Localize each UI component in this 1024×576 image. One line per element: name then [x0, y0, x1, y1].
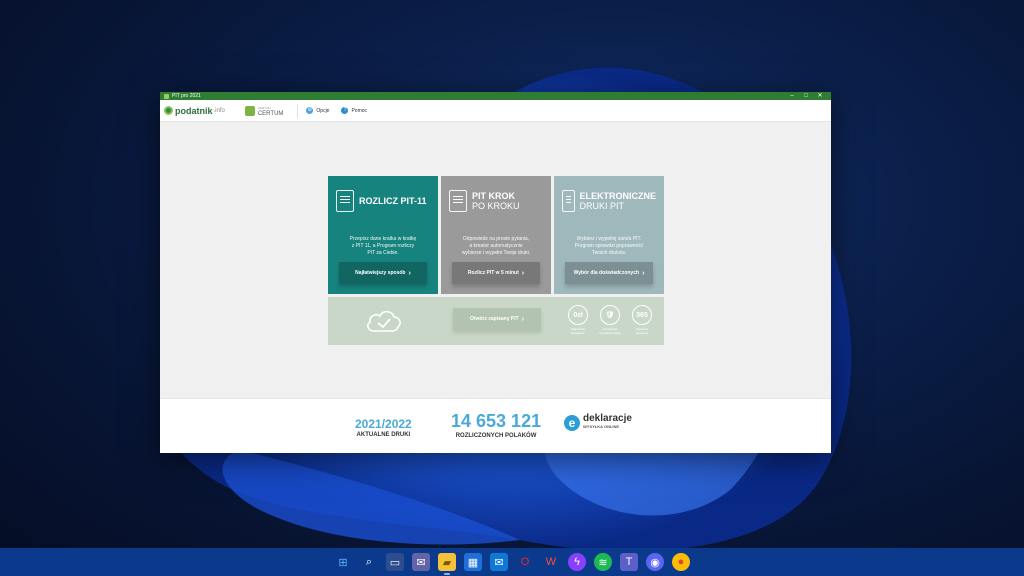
podatnik-logo[interactable]: podatnik .info	[164, 106, 225, 116]
help-icon: ?	[341, 107, 349, 114]
options-button[interactable]: ⚙ Opcje	[306, 107, 329, 114]
tile-title: ROZLICZ PIT-11	[359, 196, 427, 206]
form-pen-icon	[562, 190, 575, 212]
taskbar: ⊞ ⌕ ▭ ✉ ▰ ▦ ✉ O W ϟ ≋ T ◉ ●	[0, 548, 1024, 576]
windows-start-icon[interactable]: ⊞	[334, 553, 352, 571]
window-title: PIT pro 2021	[172, 93, 201, 99]
options-label: Opcje	[316, 107, 330, 114]
chevron-right-icon: ›	[521, 269, 525, 277]
maximize-button[interactable]: □	[799, 92, 813, 100]
tile-elektroniczne-druki[interactable]: ELEKTRONICZNE DRUKI PIT Wybierz i wypełn…	[554, 176, 664, 294]
tile-title: ELEKTRONICZNE DRUKI PIT	[579, 191, 657, 211]
help-label: Pomoc	[351, 107, 368, 114]
tile-title: PIT KROK PO KROKU	[472, 191, 520, 211]
forms-year-stat: 2021/2022 AKTUALNE DRUKI	[355, 417, 412, 438]
file-explorer-icon[interactable]: ▰	[438, 553, 456, 575]
toolbar: podatnik .info CERTUM CERTUM ⚙ Opcje ? P…	[160, 100, 831, 122]
podatnik-logo-icon	[164, 106, 173, 115]
tile-description: Odpowiedz na proste pytania, a kreator a…	[461, 236, 531, 256]
title-bar[interactable]: PIT pro 2021 – □ ✕	[160, 92, 831, 100]
office-icon[interactable]: W	[542, 553, 560, 571]
tile-grid: ROZLICZ PIT-11 Przepisz dane kratka w kr…	[328, 176, 664, 345]
discord-icon[interactable]: ◉	[646, 553, 664, 571]
logo-suffix: .info	[213, 107, 225, 114]
edeklaracje-logo[interactable]: e deklaracje WYSYŁKA ONLINE	[564, 414, 632, 431]
documents-steps-icon	[449, 190, 467, 212]
certum-badge[interactable]: CERTUM CERTUM	[244, 105, 284, 117]
easiest-way-button[interactable]: Najłatwiejszy sposób ›	[339, 262, 427, 284]
search-icon[interactable]: ⌕	[360, 553, 378, 571]
teams-chat-icon[interactable]: ✉	[412, 553, 430, 571]
task-view-icon[interactable]: ▭	[386, 553, 404, 571]
free-badge: 0zł Całkowicie bezpłatnie	[566, 305, 590, 335]
options-icon: ⚙	[306, 107, 314, 114]
support-badge: 365 Wsparcie dostępne	[630, 305, 654, 335]
teams-icon[interactable]: T	[620, 553, 638, 571]
help-button[interactable]: ? Pomoc	[341, 107, 367, 114]
tile-description: Wybierz i wypełnij sam/a PIT. Program sp…	[574, 236, 644, 256]
store-icon[interactable]: ▦	[464, 553, 482, 571]
pit-in-5-minutes-button[interactable]: Rozlicz PIT w 5 minut ›	[452, 262, 540, 284]
main-content: ROZLICZ PIT-11 Przepisz dane kratka w kr…	[160, 122, 831, 398]
certum-icon	[244, 105, 255, 116]
app-window[interactable]: PIT pro 2021 – □ ✕ podatnik .info CERTUM…	[160, 92, 831, 453]
chevron-right-icon: ›	[408, 269, 411, 277]
feature-badges: 0zł Całkowicie bezpłatnie 🛡 Gwarancja be…	[566, 305, 654, 335]
security-badge: 🛡 Gwarancja bezpieczeństwa	[598, 305, 622, 335]
tile-rozlicz-pit11[interactable]: ROZLICZ PIT-11 Przepisz dane kratka w kr…	[328, 176, 438, 294]
chrome-icon[interactable]: ●	[672, 553, 690, 571]
app-icon	[164, 93, 169, 99]
experienced-choice-button[interactable]: Wybór dla doświadczonych ›	[565, 262, 653, 284]
cloud-check-icon	[367, 310, 401, 332]
chevron-right-icon: ›	[521, 315, 524, 323]
logo-text: podatnik	[175, 105, 213, 116]
toolbar-divider	[297, 103, 299, 118]
e-deklaracje-icon: e	[564, 415, 580, 431]
shield-icon: 🛡	[600, 305, 620, 325]
tile-description: Przepisz dane kratka w kratkę z PIT 11, …	[349, 236, 417, 256]
certum-text: CERTUM	[257, 110, 284, 117]
footer: 2021/2022 AKTUALNE DRUKI 14 653 121 ROZL…	[160, 398, 831, 453]
tile-pit-krok-po-kroku[interactable]: PIT KROK PO KROKU Odpowiedz na proste py…	[441, 176, 551, 294]
spotify-icon[interactable]: ≋	[594, 553, 612, 571]
users-count-stat: 14 653 121 ROZLICZONYCH POLAKÓW	[451, 411, 542, 439]
document-check-icon	[336, 190, 354, 212]
messenger-icon[interactable]: ϟ	[568, 553, 586, 571]
opera-icon[interactable]: O	[516, 553, 534, 571]
close-button[interactable]: ✕	[813, 92, 827, 100]
open-saved-pit-button[interactable]: Otwórz zapisany PIT ›	[453, 308, 541, 330]
mail-icon[interactable]: ✉	[490, 553, 508, 571]
chevron-right-icon: ›	[642, 269, 645, 277]
minimize-button[interactable]: –	[785, 92, 799, 100]
open-saved-tile: Otwórz zapisany PIT › 0zł Całkowicie bezp…	[328, 297, 664, 345]
